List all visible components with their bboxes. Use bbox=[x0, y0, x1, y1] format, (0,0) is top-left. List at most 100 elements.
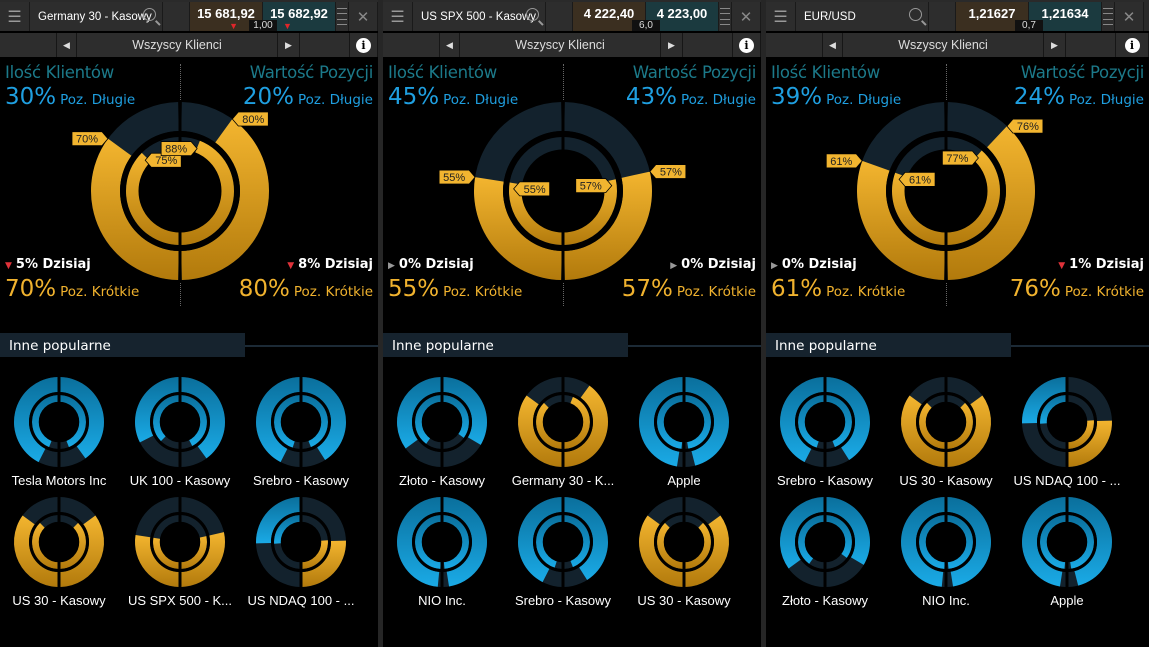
instrument-name: US SPX 500 - Kasowy bbox=[421, 10, 537, 23]
caret-left-icon[interactable]: ◀ bbox=[57, 33, 77, 57]
popular-4-outer-right-short bbox=[180, 532, 225, 587]
main-outer-right-empty bbox=[564, 102, 652, 280]
popular-2-outer-left-long bbox=[639, 377, 684, 467]
popular-2-outer-left-long bbox=[256, 377, 301, 463]
close-icon[interactable]: ✕ bbox=[349, 2, 378, 31]
info-button[interactable]: i bbox=[1116, 33, 1149, 57]
popular-0-outer-left-empty bbox=[14, 377, 59, 467]
clients-short: 70% Poz. Krótkie bbox=[5, 276, 139, 302]
caret-right-icon[interactable]: ▶ bbox=[661, 33, 683, 57]
popular-instrument-label[interactable]: Apple bbox=[624, 473, 744, 488]
popular-instrument-label[interactable]: Germany 30 - K... bbox=[503, 473, 623, 488]
popular-4-inner-right-short bbox=[180, 536, 207, 569]
popular-4-inner-right-empty bbox=[180, 515, 207, 569]
popular-5-inner-left-empty bbox=[1040, 515, 1067, 569]
popular-1-inner-left-short bbox=[919, 402, 946, 449]
inner-right-tag: 57% bbox=[575, 178, 613, 194]
client-filter[interactable]: Wszyscy Klienci bbox=[460, 33, 661, 57]
popular-3-inner-left-empty bbox=[415, 515, 442, 569]
popular-5-inner-right-empty bbox=[1067, 515, 1094, 569]
popular-2-inner-left-empty bbox=[657, 395, 684, 449]
popular-instrument-label[interactable]: US NDAQ 100 - ... bbox=[1007, 473, 1127, 488]
short-label: Poz. Krótkie bbox=[676, 284, 756, 300]
instrument-search[interactable]: EUR/USD bbox=[796, 2, 929, 31]
client-filter[interactable]: Wszyscy Klienci bbox=[843, 33, 1044, 57]
ring-separator bbox=[804, 401, 846, 443]
popular-2-inner-right-empty bbox=[684, 395, 711, 449]
popular-instrument-label[interactable]: NIO Inc. bbox=[383, 593, 502, 608]
popular-3-outer-right-short bbox=[59, 515, 104, 587]
popular-instrument-label[interactable]: US SPX 500 - K... bbox=[120, 593, 240, 608]
popular-2-inner-right-long bbox=[684, 395, 711, 449]
popular-instrument-label[interactable]: Srebro - Kasowy bbox=[766, 473, 885, 488]
popular-1-inner-right-empty bbox=[563, 395, 590, 449]
clients-long: 39% Poz. Długie bbox=[771, 84, 901, 110]
drag-handle-icon[interactable] bbox=[719, 2, 732, 31]
popular-instrument-label[interactable]: Srebro - Kasowy bbox=[241, 473, 361, 488]
filter-spacer bbox=[0, 33, 57, 57]
ring-separator bbox=[150, 392, 210, 452]
popular-instrument-label[interactable]: US NDAQ 100 - ... bbox=[241, 593, 361, 608]
popular-instrument-label[interactable]: Złoto - Kasowy bbox=[766, 593, 885, 608]
today-text: 0% Dzisiaj bbox=[681, 257, 756, 272]
caret-left-icon[interactable]: ◀ bbox=[440, 33, 460, 57]
popular-2-outer-left-empty bbox=[256, 377, 301, 467]
popular-1-outer-left-empty bbox=[135, 377, 180, 467]
popular-1-outer-left-empty bbox=[518, 377, 563, 467]
popular-instrument-label[interactable]: US 30 - Kasowy bbox=[624, 593, 744, 608]
instrument-search[interactable]: US SPX 500 - Kasowy bbox=[413, 2, 546, 31]
ring-separator bbox=[542, 401, 584, 443]
popular-instrument-label[interactable]: Tesla Motors Inc bbox=[0, 473, 119, 488]
spread-value: 6,0 bbox=[632, 20, 660, 31]
outer-right-tag: 76% bbox=[1006, 118, 1044, 134]
search-icon[interactable] bbox=[143, 8, 156, 21]
popular-2-outer-right-long bbox=[684, 377, 729, 466]
popular-1-inner-left-short bbox=[536, 402, 563, 449]
main-outer-left-short bbox=[91, 138, 179, 280]
caret-left-icon[interactable]: ◀ bbox=[823, 33, 843, 57]
popular-4-inner-right-empty bbox=[563, 515, 590, 569]
popular-2-inner-left-long bbox=[656, 395, 684, 449]
popular-2-inner-left-empty bbox=[1040, 395, 1067, 449]
header-spacer bbox=[546, 2, 573, 31]
close-icon[interactable]: ✕ bbox=[1115, 2, 1144, 31]
value-short-pct: 57% bbox=[621, 276, 673, 302]
popular-3-inner-right-long bbox=[442, 515, 470, 569]
popular-instrument-label[interactable]: Srebro - Kasowy bbox=[503, 593, 623, 608]
drag-handle-icon[interactable] bbox=[336, 2, 349, 31]
ring-separator bbox=[663, 521, 705, 563]
caret-right-icon[interactable]: ▶ bbox=[278, 33, 300, 57]
popular-1-inner-right-short bbox=[563, 396, 590, 449]
popular-4-outer-left-short bbox=[135, 534, 180, 587]
ring-separator bbox=[159, 401, 201, 443]
popular-instrument-label[interactable]: US 30 - Kasowy bbox=[886, 473, 1006, 488]
popular-0-outer-right-empty bbox=[442, 377, 487, 467]
close-icon[interactable]: ✕ bbox=[732, 2, 761, 31]
popular-instrument-label[interactable]: Apple bbox=[1007, 593, 1127, 608]
drag-handle-icon[interactable] bbox=[1102, 2, 1115, 31]
instrument-search[interactable]: Germany 30 - Kasowy bbox=[30, 2, 163, 31]
caret-right-icon[interactable]: ▶ bbox=[1044, 33, 1066, 57]
popular-1-inner-left-empty bbox=[919, 395, 946, 449]
hamburger-icon[interactable]: ☰ bbox=[0, 2, 30, 31]
value-short-pct: 80% bbox=[238, 276, 290, 302]
popular-instrument-label[interactable]: NIO Inc. bbox=[886, 593, 1006, 608]
client-filter[interactable]: Wszyscy Klienci bbox=[77, 33, 278, 57]
header-spacer bbox=[929, 2, 956, 31]
popular-instrument-label[interactable]: US 30 - Kasowy bbox=[0, 593, 119, 608]
popular-instrument-label[interactable]: UK 100 - Kasowy bbox=[120, 473, 240, 488]
hamburger-icon[interactable]: ☰ bbox=[383, 2, 413, 31]
tag-label: 80% bbox=[242, 114, 264, 126]
main-outer-right-empty bbox=[181, 102, 269, 280]
short-label: Poz. Krótkie bbox=[293, 284, 373, 300]
ring-separator bbox=[795, 512, 855, 572]
ring-separator bbox=[271, 392, 331, 452]
search-icon[interactable] bbox=[909, 8, 922, 21]
search-icon[interactable] bbox=[526, 8, 539, 21]
info-button[interactable]: i bbox=[350, 33, 378, 57]
popular-0-outer-left-long bbox=[780, 377, 825, 463]
popular-5-inner-right-short bbox=[684, 522, 711, 569]
info-button[interactable]: i bbox=[733, 33, 761, 57]
hamburger-icon[interactable]: ☰ bbox=[766, 2, 796, 31]
popular-instrument-label[interactable]: Złoto - Kasowy bbox=[383, 473, 502, 488]
